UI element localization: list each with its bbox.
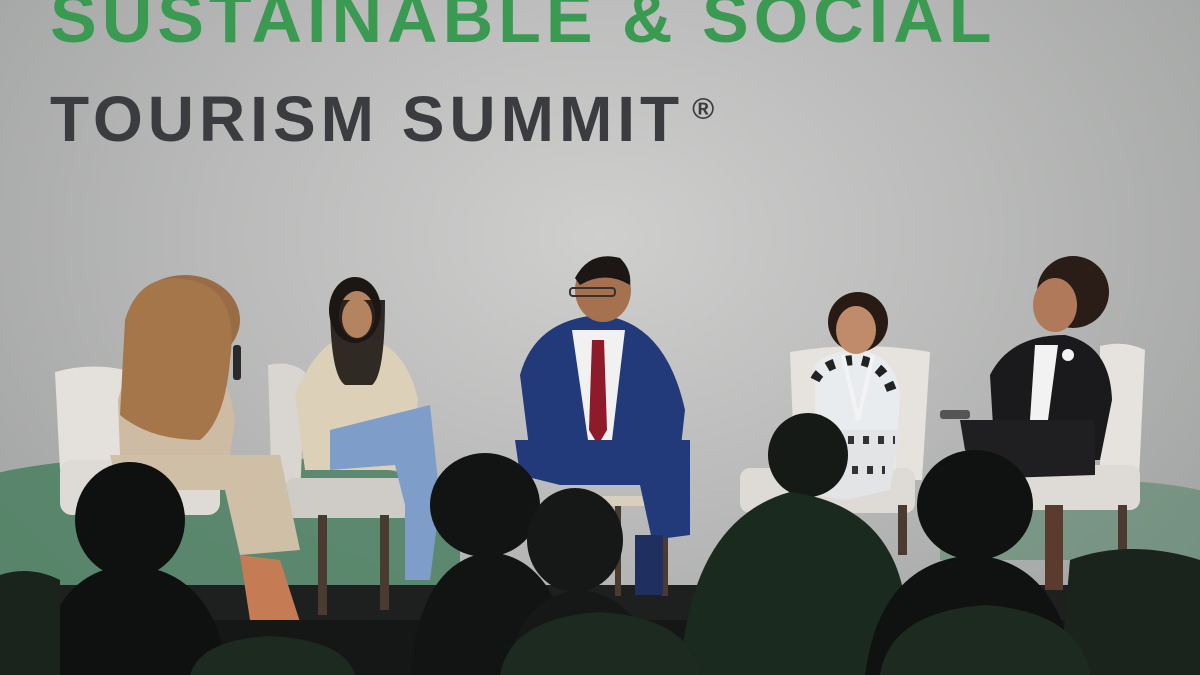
microphone-icon — [233, 345, 241, 380]
panelist-black-suit — [940, 256, 1112, 478]
conference-photo: SUSTAINABLE & SOCIAL TOURISM SUMMIT ® — [0, 0, 1200, 675]
panel-illustration — [0, 256, 1200, 675]
handheld-microphone-icon — [940, 410, 970, 419]
panelist-beige-blazer — [295, 277, 440, 580]
